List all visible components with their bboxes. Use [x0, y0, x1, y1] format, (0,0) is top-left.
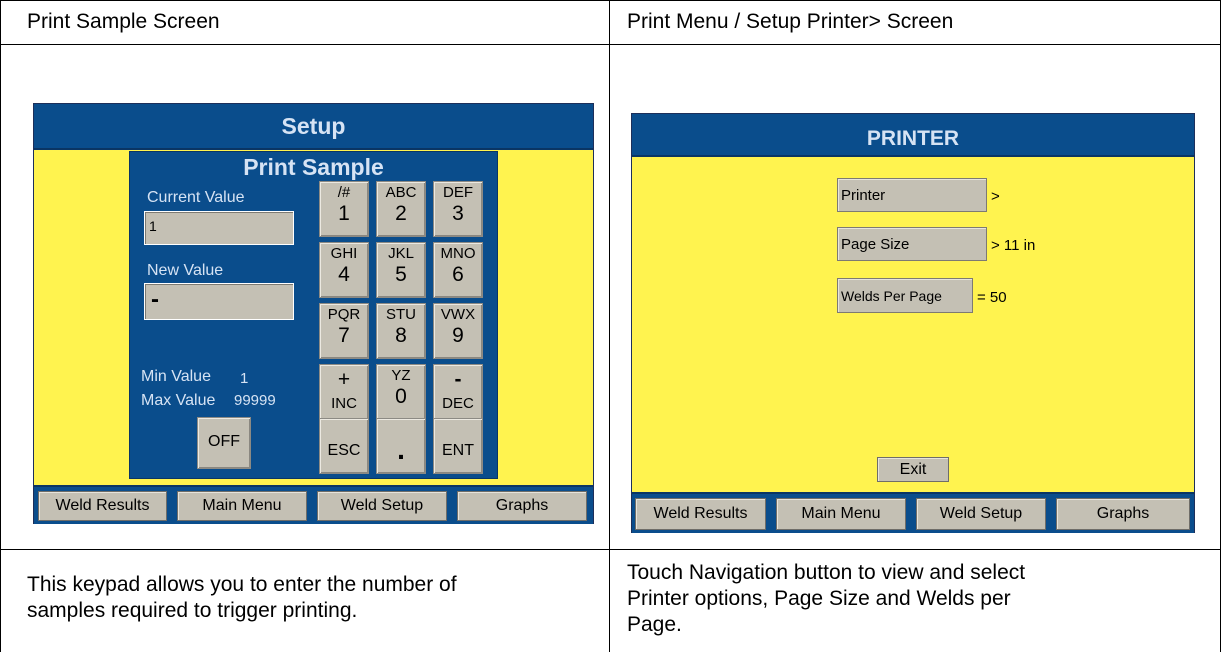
key-9-letters: VWX: [440, 306, 476, 323]
key-5-digit: 5: [395, 263, 407, 286]
inc-key-label: INC: [331, 395, 357, 412]
key-5-letters: JKL: [388, 245, 414, 262]
key-3-digit: 3: [452, 202, 464, 225]
nav-main-menu-button[interactable]: Main Menu: [177, 491, 307, 521]
key-4-digit: 4: [338, 263, 350, 286]
key-8[interactable]: STU 8: [376, 303, 426, 359]
left-column-header: Print Sample Screen: [27, 10, 220, 33]
left-nav-bar: Weld Results Main Menu Weld Setup Graphs: [34, 485, 593, 524]
key-1[interactable]: /# 1: [319, 181, 369, 237]
key-6[interactable]: MNO 6: [433, 242, 483, 298]
print-sample-screen: Setup Print Sample Current Value 1 New V…: [33, 103, 594, 524]
key-0-letters: YZ: [391, 367, 411, 384]
nav-weld-setup-button[interactable]: Weld Setup: [317, 491, 447, 521]
decimal-point-key[interactable]: .: [376, 418, 426, 474]
setup-title-bar: Setup: [34, 104, 593, 150]
welds-per-page-menu-button[interactable]: Welds Per Page: [837, 278, 973, 313]
key-6-digit: 6: [452, 263, 464, 286]
off-button-label: OFF: [208, 433, 240, 450]
min-value-label: Min Value: [141, 368, 211, 385]
decimal-point-label: .: [397, 434, 405, 465]
right-description: Touch Navigation button to view and sele…: [627, 560, 1025, 638]
right-description-line: Printer options, Page Size and Welds per: [627, 587, 1011, 610]
new-value-input[interactable]: -: [144, 283, 294, 320]
print-sample-keypad: Print Sample Current Value 1 New Value -…: [129, 151, 498, 479]
printer-value: >: [991, 188, 1000, 205]
table-border-header: [0, 44, 1221, 45]
printer-menu-button[interactable]: Printer: [837, 178, 987, 212]
dec-key-symbol: -: [454, 368, 462, 391]
key-6-letters: MNO: [440, 245, 476, 262]
new-value-label: New Value: [147, 262, 224, 279]
current-value-label: Current Value: [147, 189, 245, 206]
esc-key[interactable]: ESC: [319, 418, 369, 474]
key-7[interactable]: PQR 7: [319, 303, 369, 359]
key-8-digit: 8: [395, 324, 407, 347]
nav-graphs-button[interactable]: Graphs: [457, 491, 587, 521]
nav-graphs-button[interactable]: Graphs: [1056, 498, 1190, 530]
key-9[interactable]: VWX 9: [433, 303, 483, 359]
left-description-line: This keypad allows you to enter the numb…: [27, 573, 457, 596]
right-description-line: Touch Navigation button to view and sele…: [627, 561, 1026, 584]
nav-weld-results-button[interactable]: Weld Results: [38, 491, 167, 521]
page-size-value: > 11 in: [991, 237, 1036, 254]
screen-title: Setup: [281, 113, 346, 139]
table-border-center: [609, 0, 610, 652]
key-5[interactable]: JKL 5: [376, 242, 426, 298]
key-3-letters: DEF: [443, 184, 473, 201]
dec-key[interactable]: - DEC: [433, 364, 483, 420]
key-0[interactable]: YZ 0: [376, 364, 426, 420]
ent-key-label: ENT: [442, 442, 474, 459]
key-1-letters: /#: [337, 184, 351, 201]
current-value-field: 1: [144, 211, 294, 245]
min-value: 1: [240, 370, 249, 387]
max-value-label: Max Value: [141, 392, 216, 409]
key-7-digit: 7: [338, 324, 350, 347]
key-7-letters: PQR: [327, 306, 361, 323]
left-description: This keypad allows you to enter the numb…: [27, 572, 457, 624]
table-border-middle: [0, 549, 1221, 550]
welds-per-page-value: = 50: [977, 289, 1007, 306]
inc-key-symbol: +: [337, 368, 351, 391]
right-nav-bar: Weld Results Main Menu Weld Setup Graphs: [632, 492, 1194, 533]
key-9-digit: 9: [452, 324, 464, 347]
key-2-digit: 2: [395, 202, 407, 225]
inc-key[interactable]: + INC: [319, 364, 369, 420]
printer-title-bar: PRINTER: [632, 114, 1194, 157]
max-value: 99999: [234, 392, 276, 409]
esc-key-label: ESC: [327, 442, 361, 459]
key-3[interactable]: DEF 3: [433, 181, 483, 237]
key-2[interactable]: ABC 2: [376, 181, 426, 237]
nav-weld-results-button[interactable]: Weld Results: [635, 498, 766, 530]
left-description-line: samples required to trigger printing.: [27, 599, 358, 622]
off-button[interactable]: OFF: [197, 417, 251, 469]
key-0-digit: 0: [395, 385, 407, 408]
keypad-title: Print Sample: [243, 154, 384, 180]
key-2-letters: ABC: [385, 184, 417, 201]
key-4[interactable]: GHI 4: [319, 242, 369, 298]
page-size-menu-button[interactable]: Page Size: [837, 227, 987, 261]
key-4-letters: GHI: [330, 245, 358, 262]
screen-title: PRINTER: [866, 127, 960, 150]
exit-button[interactable]: Exit: [877, 457, 949, 482]
table-border-top: [0, 0, 1221, 1]
table-border-left: [0, 0, 1, 652]
ent-key[interactable]: ENT: [433, 418, 483, 474]
printer-screen: PRINTER Printer > Page Size > 11 in Weld…: [631, 113, 1195, 533]
key-1-digit: 1: [338, 202, 350, 225]
nav-main-menu-button[interactable]: Main Menu: [776, 498, 906, 530]
key-8-letters: STU: [386, 306, 416, 323]
right-description-line: Page.: [627, 613, 682, 636]
right-column-header: Print Menu / Setup Printer> Screen: [627, 10, 954, 33]
nav-weld-setup-button[interactable]: Weld Setup: [916, 498, 1046, 530]
dec-key-label: DEC: [442, 395, 474, 412]
